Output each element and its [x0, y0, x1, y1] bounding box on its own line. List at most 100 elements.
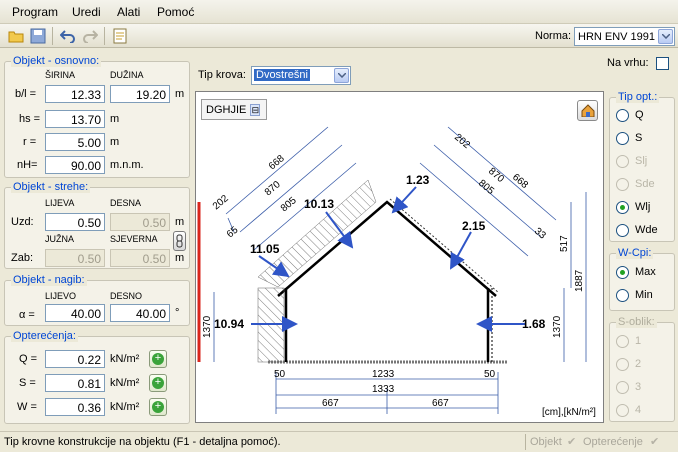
norma-select[interactable]: HRN ENV 1991 — [574, 27, 675, 46]
check-icon: ✔ — [567, 436, 577, 448]
zab-juzna-input: 0.50 — [45, 249, 105, 267]
radio-s-oblik-1 — [616, 335, 629, 348]
dim-label: 668 — [510, 172, 530, 191]
dim-label: 870 — [263, 179, 283, 198]
radio-sde-label: Sde — [635, 178, 655, 190]
menu-alati[interactable]: Alati — [117, 5, 140, 19]
units-label: [cm],[kN/m²] — [542, 407, 596, 418]
load-left-roof-low: 11.05 — [250, 242, 280, 256]
arrow-apex — [391, 186, 417, 214]
radio-s-oblik-label: 4 — [635, 404, 642, 416]
unit-label: m — [175, 216, 185, 228]
radio-sde — [616, 178, 629, 191]
hs-label: hs = — [19, 113, 41, 125]
q-label: Q = — [19, 353, 38, 365]
unit-label: m — [110, 136, 120, 148]
chevron-down-icon — [334, 68, 349, 83]
q-add-button[interactable]: + — [149, 350, 167, 368]
r-input[interactable]: 5.00 — [45, 133, 105, 151]
radio-slj — [616, 155, 629, 168]
hs-input[interactable]: 13.70 — [45, 110, 105, 128]
redo-icon[interactable] — [80, 26, 100, 46]
menu-uredi[interactable]: Uredi — [72, 5, 101, 19]
objekt-strehe-group: Objekt - strehe: LIJEVA DESNA Uzd: 0.50 … — [4, 181, 190, 269]
radio-wde[interactable] — [616, 224, 629, 237]
radio-max[interactable] — [616, 266, 629, 279]
zab-sjeverna-input: 0.50 — [110, 249, 170, 267]
nagib-lijevo-input[interactable]: 40.00 — [45, 304, 105, 322]
tip-krova-select[interactable]: Dvostrešni — [251, 66, 351, 85]
radio-s-oblik-4 — [616, 404, 629, 417]
radio-wlj-label: Wlj — [635, 201, 651, 213]
dim-label: 202 — [211, 193, 231, 212]
sirina-input[interactable]: 12.33 — [45, 85, 105, 103]
link-icon[interactable] — [173, 231, 186, 251]
radio-min[interactable] — [616, 289, 629, 302]
dim-label: 50 — [484, 369, 496, 380]
duzina-input[interactable]: 19.20 — [110, 85, 170, 103]
opterecenja-group: Opterećenja: Q = 0.22 kN/m² + S = 0.81 k… — [4, 330, 190, 424]
status-divider — [525, 434, 526, 450]
group-title: Objekt - nagib: — [11, 274, 87, 286]
undo-icon[interactable] — [58, 26, 78, 46]
load-right-wall: 1.68 — [522, 317, 546, 331]
plus-icon: + — [152, 401, 164, 413]
open-folder-icon[interactable] — [6, 26, 26, 46]
dim-label: 805 — [279, 195, 299, 214]
col-juzna: JUŽNA — [45, 234, 74, 244]
radio-wlj[interactable] — [616, 201, 629, 214]
col-duzina: DUŽINA — [110, 70, 144, 80]
unit-label: kN/m² — [110, 353, 140, 365]
save-icon[interactable] — [28, 26, 48, 46]
bl-label: b/l = — [15, 88, 37, 100]
report-icon[interactable] — [110, 26, 130, 46]
menu-bar: Program Uredi Alati Pomoć — [0, 0, 678, 24]
view-tab-box[interactable]: DGHJIE ⊟ — [201, 99, 267, 120]
drawing-canvas: 10.94 1.68 11.05 10.13 1.23 2.15 202 668… — [195, 91, 604, 423]
status-opterecenje: Opterećenje — [583, 436, 643, 448]
house-icon[interactable] — [577, 100, 598, 121]
alpha-label: α = — [19, 309, 35, 321]
w-add-button[interactable]: + — [149, 398, 167, 416]
s-input[interactable]: 0.81 — [45, 374, 105, 392]
check-icon: ✔ — [650, 436, 660, 448]
uzd-lijeva-input[interactable]: 0.50 — [45, 213, 105, 231]
uzd-desna-input: 0.50 — [110, 213, 170, 231]
w-label: W = — [17, 401, 37, 413]
radio-s[interactable] — [616, 132, 629, 145]
objekt-nagib-group: Objekt - nagib: LIJEVO DESNO α = 40.00 4… — [4, 274, 190, 326]
plus-icon: + — [152, 353, 164, 365]
menu-program[interactable]: Program — [12, 5, 58, 19]
view-tab-label: DGHJIE — [206, 103, 247, 116]
radio-s-oblik-2 — [616, 358, 629, 371]
s-add-button[interactable]: + — [149, 374, 167, 392]
unit-label: m — [110, 113, 120, 125]
w-input[interactable]: 0.36 — [45, 398, 105, 416]
radio-min-label: Min — [635, 289, 653, 301]
nh-input[interactable]: 90.00 — [45, 156, 105, 174]
dim-label: 667 — [432, 398, 449, 409]
unit-label: m.n.m. — [110, 159, 144, 171]
na-vrhu-checkbox[interactable] — [656, 57, 669, 70]
w-cpi-group: W-Cpi: Max Min — [609, 247, 675, 311]
dim-label: 1370 — [202, 315, 213, 338]
toolbar-separator — [104, 27, 105, 45]
tip-opt-group: Tip opt.: Q S Slj Sde Wlj Wde — [609, 91, 675, 242]
nagib-desno-input[interactable]: 40.00 — [110, 304, 170, 322]
status-objekt: Objekt — [530, 436, 562, 448]
zab-label: Zab: — [11, 252, 34, 264]
uzd-label: Uzd: — [11, 216, 34, 228]
radio-wde-label: Wde — [635, 224, 658, 236]
radio-s-oblik-label: 3 — [635, 381, 642, 393]
radio-q[interactable] — [616, 109, 629, 122]
view-toggle-icon: ⊟ — [250, 103, 261, 116]
group-title: Objekt - osnovno: — [11, 55, 102, 67]
radio-s-oblik-label: 2 — [635, 358, 642, 370]
dim-label: 668 — [267, 153, 287, 172]
q-input[interactable]: 0.22 — [45, 350, 105, 368]
menu-pomoc[interactable]: Pomoć — [157, 5, 194, 19]
s-oblik-group: S-oblik: 1 2 3 4 — [609, 316, 675, 422]
unit-label: m — [175, 252, 185, 264]
norma-value: HRN ENV 1991 — [578, 31, 656, 43]
group-title: Tip opt.: — [616, 91, 660, 103]
